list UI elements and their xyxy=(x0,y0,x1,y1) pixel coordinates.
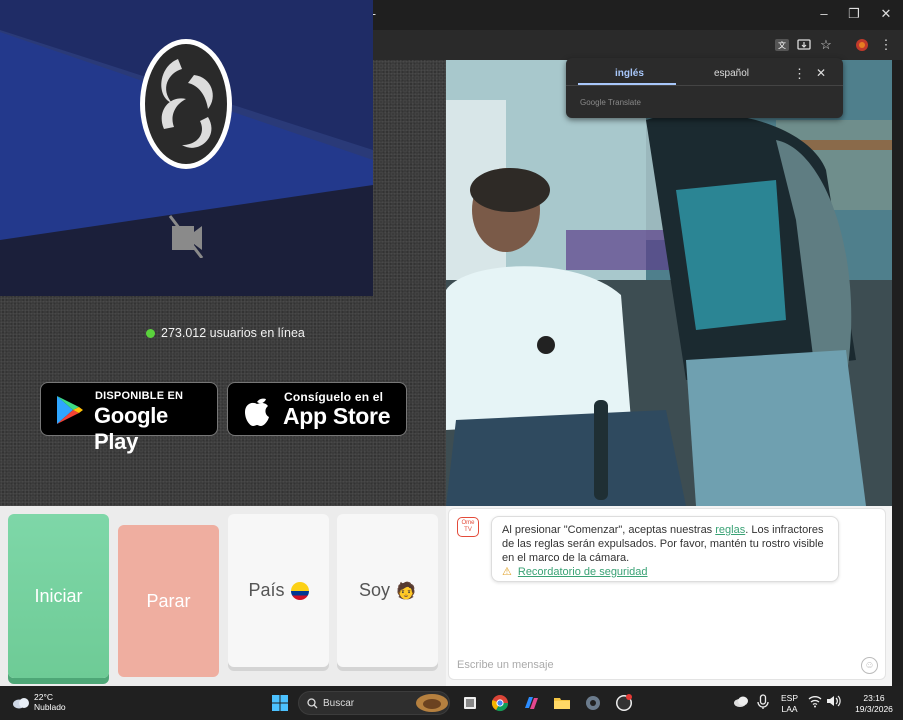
country-label: País xyxy=(248,580,285,600)
system-notice-message: Al presionar "Comenzar", aceptas nuestra… xyxy=(491,516,839,582)
wifi-icon[interactable] xyxy=(808,694,826,712)
translate-divider xyxy=(566,85,843,86)
settings-icon[interactable] xyxy=(584,694,602,712)
cloud-icon xyxy=(13,698,29,709)
taskbar-search[interactable]: Buscar xyxy=(298,691,450,715)
colombia-flag-icon xyxy=(290,581,309,600)
chrome-icon[interactable] xyxy=(491,694,509,712)
language-code: ESP xyxy=(781,693,799,703)
weather-widget[interactable]: 22°C Nublado xyxy=(12,692,66,712)
online-users-text: 273.012 usuarios en línea xyxy=(161,326,305,340)
chat-panel: Ome TV Al presionar "Comenzar", aceptas … xyxy=(446,506,892,686)
chat-controls-panel: Iniciar Parar País Soy 🧑 xyxy=(0,506,446,686)
translate-close-button[interactable]: ✕ xyxy=(816,66,826,80)
local-camera-preview xyxy=(0,0,373,296)
close-window-button[interactable]: ✕ xyxy=(876,6,896,22)
gender-label: Soy xyxy=(359,580,391,600)
app-store-button[interactable]: Consíguelo en el App Store xyxy=(227,382,407,436)
weather-temperature: 22°C xyxy=(34,692,53,702)
remote-video-feed xyxy=(446,60,892,506)
onedrive-icon[interactable] xyxy=(733,694,751,712)
google-play-small-text: DISPONIBLE EN xyxy=(95,390,184,402)
safety-reminder-link[interactable]: Recordatorio de seguridad xyxy=(518,565,648,579)
clock-date: 19/3/2026 xyxy=(855,704,893,714)
volume-icon[interactable] xyxy=(826,694,844,712)
window-edge xyxy=(892,60,903,686)
copilot-icon[interactable] xyxy=(522,694,540,712)
warning-icon: ⚠ xyxy=(502,566,512,578)
translate-menu-button[interactable]: ⋮ xyxy=(793,66,806,82)
tab-target-language[interactable]: español xyxy=(714,68,749,79)
weather-description: Nublado xyxy=(34,702,66,712)
keyboard-layout: LAA xyxy=(781,704,798,714)
windows-start-icon[interactable] xyxy=(271,694,289,712)
menu-icon[interactable]: ⋮ xyxy=(878,37,894,53)
keyboard-language[interactable]: ESP LAA xyxy=(781,693,798,715)
safety-reminder: ⚠ Recordatorio de seguridad xyxy=(502,565,830,579)
apple-icon xyxy=(245,398,269,426)
google-play-big-text: Google Play xyxy=(94,403,168,454)
online-status-dot xyxy=(146,328,155,338)
app-store-big-text: App Store xyxy=(283,403,391,429)
bookmark-star-icon[interactable]: ☆ xyxy=(818,37,834,53)
country-select-button[interactable]: País xyxy=(228,514,329,667)
emoji-icon[interactable]: ☺ xyxy=(861,657,878,674)
translate-icon[interactable]: 文 xyxy=(774,37,790,53)
obs-taskbar-icon[interactable] xyxy=(615,694,633,712)
start-button-label: Iniciar xyxy=(34,585,83,606)
translate-provider: Google Translate xyxy=(580,98,641,107)
clock[interactable]: 23:16 19/3/2026 xyxy=(851,693,897,715)
search-icon xyxy=(307,698,318,709)
minimize-button[interactable]: – xyxy=(814,6,834,21)
search-label: Buscar xyxy=(323,698,355,709)
notice-text: Al presionar "Comenzar", aceptas nuestra… xyxy=(502,524,824,564)
file-explorer-icon[interactable] xyxy=(553,694,571,712)
google-play-button[interactable]: DISPONIBLE EN Google Play xyxy=(40,382,218,454)
extension-icon[interactable] xyxy=(854,37,870,53)
tab-source-language[interactable]: inglés xyxy=(615,68,644,79)
message-input[interactable]: Escribe un mensaje xyxy=(457,659,554,671)
task-view-icon[interactable] xyxy=(461,694,479,712)
google-play-icon xyxy=(57,396,83,424)
install-app-icon[interactable] xyxy=(796,37,812,53)
maximize-button[interactable]: ❐ xyxy=(844,6,864,22)
app-store-small-text: Consíguelo en el xyxy=(284,390,384,404)
svg-text:文: 文 xyxy=(778,40,786,50)
chat-box: Ome TV Al presionar "Comenzar", aceptas … xyxy=(448,508,886,680)
person-emoji-icon: 🧑 xyxy=(396,582,416,600)
rules-link[interactable]: reglas xyxy=(715,524,745,536)
stop-button-label: Parar xyxy=(146,590,191,611)
start-button[interactable]: Iniciar xyxy=(8,514,109,678)
stop-button[interactable]: Parar xyxy=(118,525,219,677)
gender-select-button[interactable]: Soy 🧑 xyxy=(337,514,438,667)
search-highlight-icon xyxy=(416,694,448,712)
obs-logo-icon xyxy=(140,39,232,169)
camera-off-icon xyxy=(168,215,204,258)
ome-tv-logo-icon: Ome TV xyxy=(457,517,479,537)
online-users-count: 273.012 usuarios en línea xyxy=(146,326,305,340)
clock-time: 23:16 xyxy=(863,693,885,703)
translate-popup: inglés español ⋮ ✕ Google Translate xyxy=(566,58,843,118)
taskbar: 22°C Nublado Buscar ESP LAA 23:16 19/3/2… xyxy=(0,686,903,720)
microphone-icon[interactable] xyxy=(756,694,774,712)
